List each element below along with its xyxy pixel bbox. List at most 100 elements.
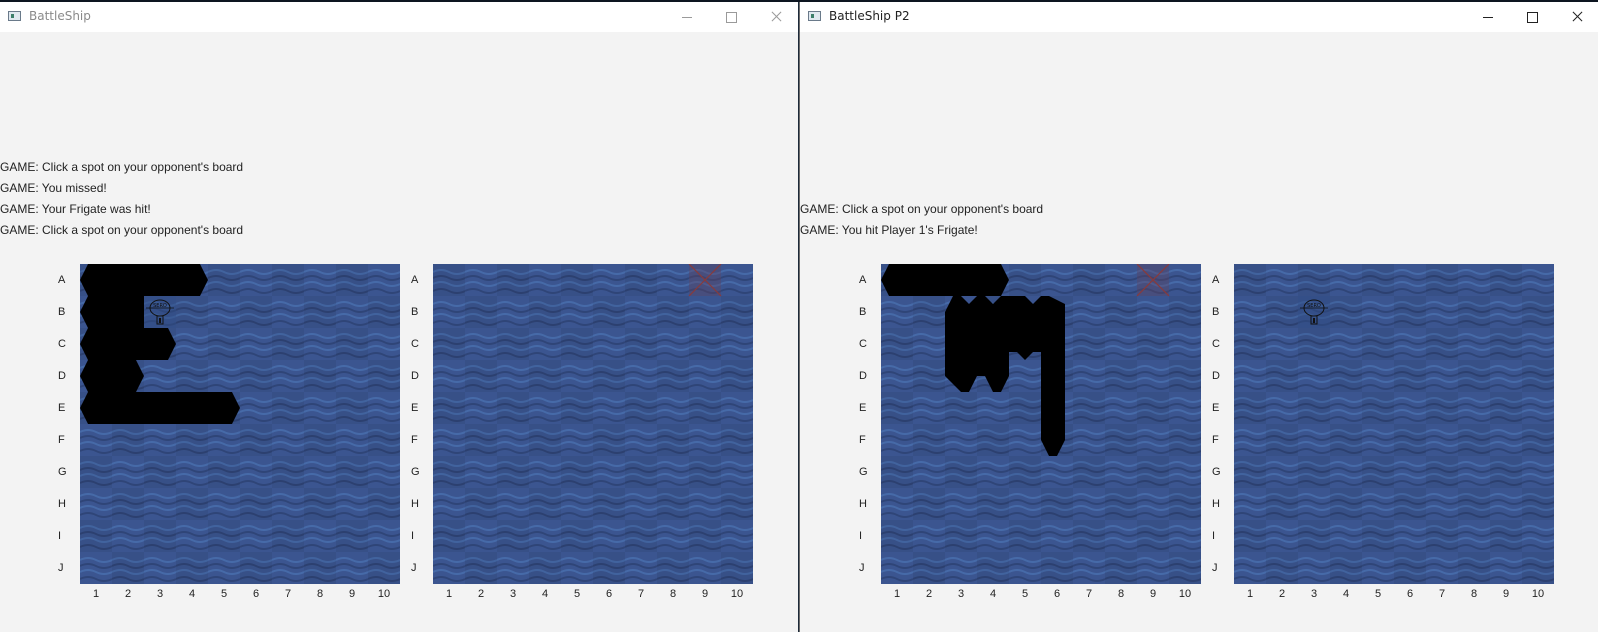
- grid-cell: [465, 424, 497, 456]
- grid-cell: [304, 360, 336, 392]
- grid-cell: [433, 456, 465, 488]
- grid-cell: [561, 264, 593, 296]
- target-board-grid[interactable]: SERO: [1234, 264, 1554, 584]
- grid-cell: [208, 328, 240, 360]
- grid-cell: [465, 552, 497, 584]
- grid-cell: [272, 264, 304, 296]
- col-label: 1: [1246, 588, 1254, 600]
- grid-cell: [1298, 392, 1330, 424]
- grid-cell: [176, 552, 208, 584]
- grid-cell: [1394, 488, 1426, 520]
- grid-cell: [625, 328, 657, 360]
- minimize-button[interactable]: [1466, 2, 1510, 32]
- col-label: 10: [377, 588, 391, 600]
- grid-cell: [1490, 392, 1522, 424]
- grid-cell: [1073, 328, 1105, 360]
- close-button[interactable]: [754, 2, 798, 32]
- grid-cell: [1330, 552, 1362, 584]
- grid-cell: [1169, 296, 1201, 328]
- row-label: I: [1212, 530, 1216, 542]
- col-label: 8: [316, 588, 324, 600]
- maximize-button[interactable]: [1510, 2, 1554, 32]
- grid-cell: [721, 488, 753, 520]
- grid-cell: [1522, 552, 1554, 584]
- row-label: A: [1212, 274, 1220, 286]
- col-label: 3: [509, 588, 517, 600]
- grid-cell: [1490, 328, 1522, 360]
- grid-cell: [1330, 488, 1362, 520]
- grid-cell: [112, 424, 144, 456]
- grid-cell: [1330, 360, 1362, 392]
- miss-marker: SERO: [1298, 296, 1330, 328]
- col-label: 4: [188, 588, 196, 600]
- minimize-button[interactable]: [665, 2, 709, 32]
- grid-cell: [977, 424, 1009, 456]
- grid-cell: [1073, 392, 1105, 424]
- grid-cell: [336, 456, 368, 488]
- row-label: A: [411, 274, 419, 286]
- grid-cell: [465, 360, 497, 392]
- close-button[interactable]: [1555, 2, 1598, 32]
- row-label: I: [859, 530, 863, 542]
- grid-cell: [689, 392, 721, 424]
- grid-cell: [1490, 264, 1522, 296]
- window-title: BattleShip P2: [829, 9, 910, 23]
- col-label: 4: [541, 588, 549, 600]
- row-label: A: [58, 274, 66, 286]
- grid-cell: [1458, 296, 1490, 328]
- grid-cell: [1394, 360, 1426, 392]
- log-line: GAME: Click a spot on your opponent's bo…: [0, 160, 244, 174]
- grid-cell: [336, 392, 368, 424]
- row-label: J: [411, 562, 417, 574]
- grid-cell: [1458, 424, 1490, 456]
- grid-cell: [1426, 392, 1458, 424]
- grid-cell: [913, 296, 945, 328]
- grid-cell: [240, 488, 272, 520]
- grid-cell: [1362, 456, 1394, 488]
- grid-cell: [1266, 424, 1298, 456]
- row-label: I: [411, 530, 415, 542]
- grid-cell: [657, 424, 689, 456]
- col-label: 5: [1374, 588, 1382, 600]
- col-label: 4: [989, 588, 997, 600]
- grid-cell: [1009, 520, 1041, 552]
- grid-cell: [1362, 392, 1394, 424]
- col-label: 10: [1531, 588, 1545, 600]
- grid-cell: [1105, 424, 1137, 456]
- row-label: E: [411, 402, 419, 414]
- grid-cell: [144, 456, 176, 488]
- grid-cell: [1522, 296, 1554, 328]
- grid-cell: [1137, 456, 1169, 488]
- grid-cell: [1458, 360, 1490, 392]
- grid-cell: [368, 360, 400, 392]
- title-bar[interactable]: BattleShip P2: [800, 2, 1598, 32]
- grid-cell: [304, 296, 336, 328]
- grid-cell: [657, 360, 689, 392]
- grid-cell: [272, 392, 304, 424]
- col-label: 6: [605, 588, 613, 600]
- grid-cell: [1073, 456, 1105, 488]
- board-svg: SERO: [1234, 264, 1554, 584]
- grid-cell: [304, 488, 336, 520]
- grid-cell: [497, 264, 529, 296]
- row-label: B: [411, 306, 419, 318]
- target-board-grid[interactable]: [433, 264, 753, 584]
- row-label: B: [859, 306, 867, 318]
- row-label: H: [859, 498, 867, 510]
- col-label: 3: [156, 588, 164, 600]
- grid-cell: [433, 328, 465, 360]
- row-label: G: [411, 466, 420, 478]
- col-label: 5: [573, 588, 581, 600]
- grid-cell: [881, 456, 913, 488]
- row-label: B: [1212, 306, 1220, 318]
- grid-cell: [1169, 552, 1201, 584]
- game-log: GAME: Click a spot on your opponent's bo…: [0, 157, 243, 241]
- grid-cell: [593, 360, 625, 392]
- grid-cell: [913, 552, 945, 584]
- title-bar[interactable]: BattleShip: [0, 2, 798, 32]
- grid-cell: [593, 488, 625, 520]
- grid-cell: [1522, 424, 1554, 456]
- own-board-grid: SERO: [80, 264, 400, 584]
- maximize-button[interactable]: [709, 2, 753, 32]
- own-board-grid: [881, 264, 1201, 584]
